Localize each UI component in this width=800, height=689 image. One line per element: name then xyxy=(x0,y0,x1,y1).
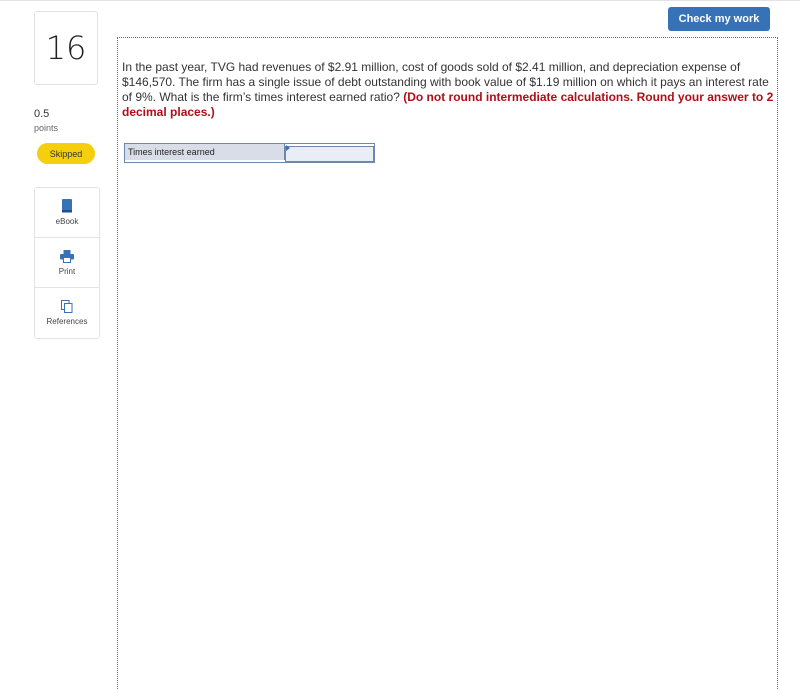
check-my-work-button[interactable]: Check my work xyxy=(668,7,770,31)
printer-icon xyxy=(60,249,74,263)
question-text: In the past year, TVG had revenues of $2… xyxy=(122,60,774,120)
question-number: 16 xyxy=(34,11,98,85)
times-interest-earned-input[interactable] xyxy=(285,146,374,162)
assignment-page: Check my work 16 0.5 points Skipped eBoo… xyxy=(0,0,800,689)
print-button[interactable]: Print xyxy=(35,238,99,288)
question-content: In the past year, TVG had revenues of $2… xyxy=(117,37,778,689)
points-label: points xyxy=(34,123,59,133)
tools-panel: eBook Print References xyxy=(34,187,100,339)
input-flag-icon xyxy=(286,145,290,151)
status-badge: Skipped xyxy=(37,143,95,164)
answer-row: Times interest earned xyxy=(124,143,375,163)
copy-icon xyxy=(61,300,73,313)
book-icon xyxy=(62,199,72,213)
print-label: Print xyxy=(58,266,76,276)
answer-label: Times interest earned xyxy=(125,144,285,160)
ebook-label: eBook xyxy=(55,217,79,226)
references-button[interactable]: References xyxy=(35,288,99,338)
ebook-button[interactable]: eBook xyxy=(35,188,99,238)
answer-input-wrap xyxy=(285,144,374,162)
references-label: References xyxy=(46,317,88,326)
points-value: 0.5 xyxy=(34,108,50,120)
